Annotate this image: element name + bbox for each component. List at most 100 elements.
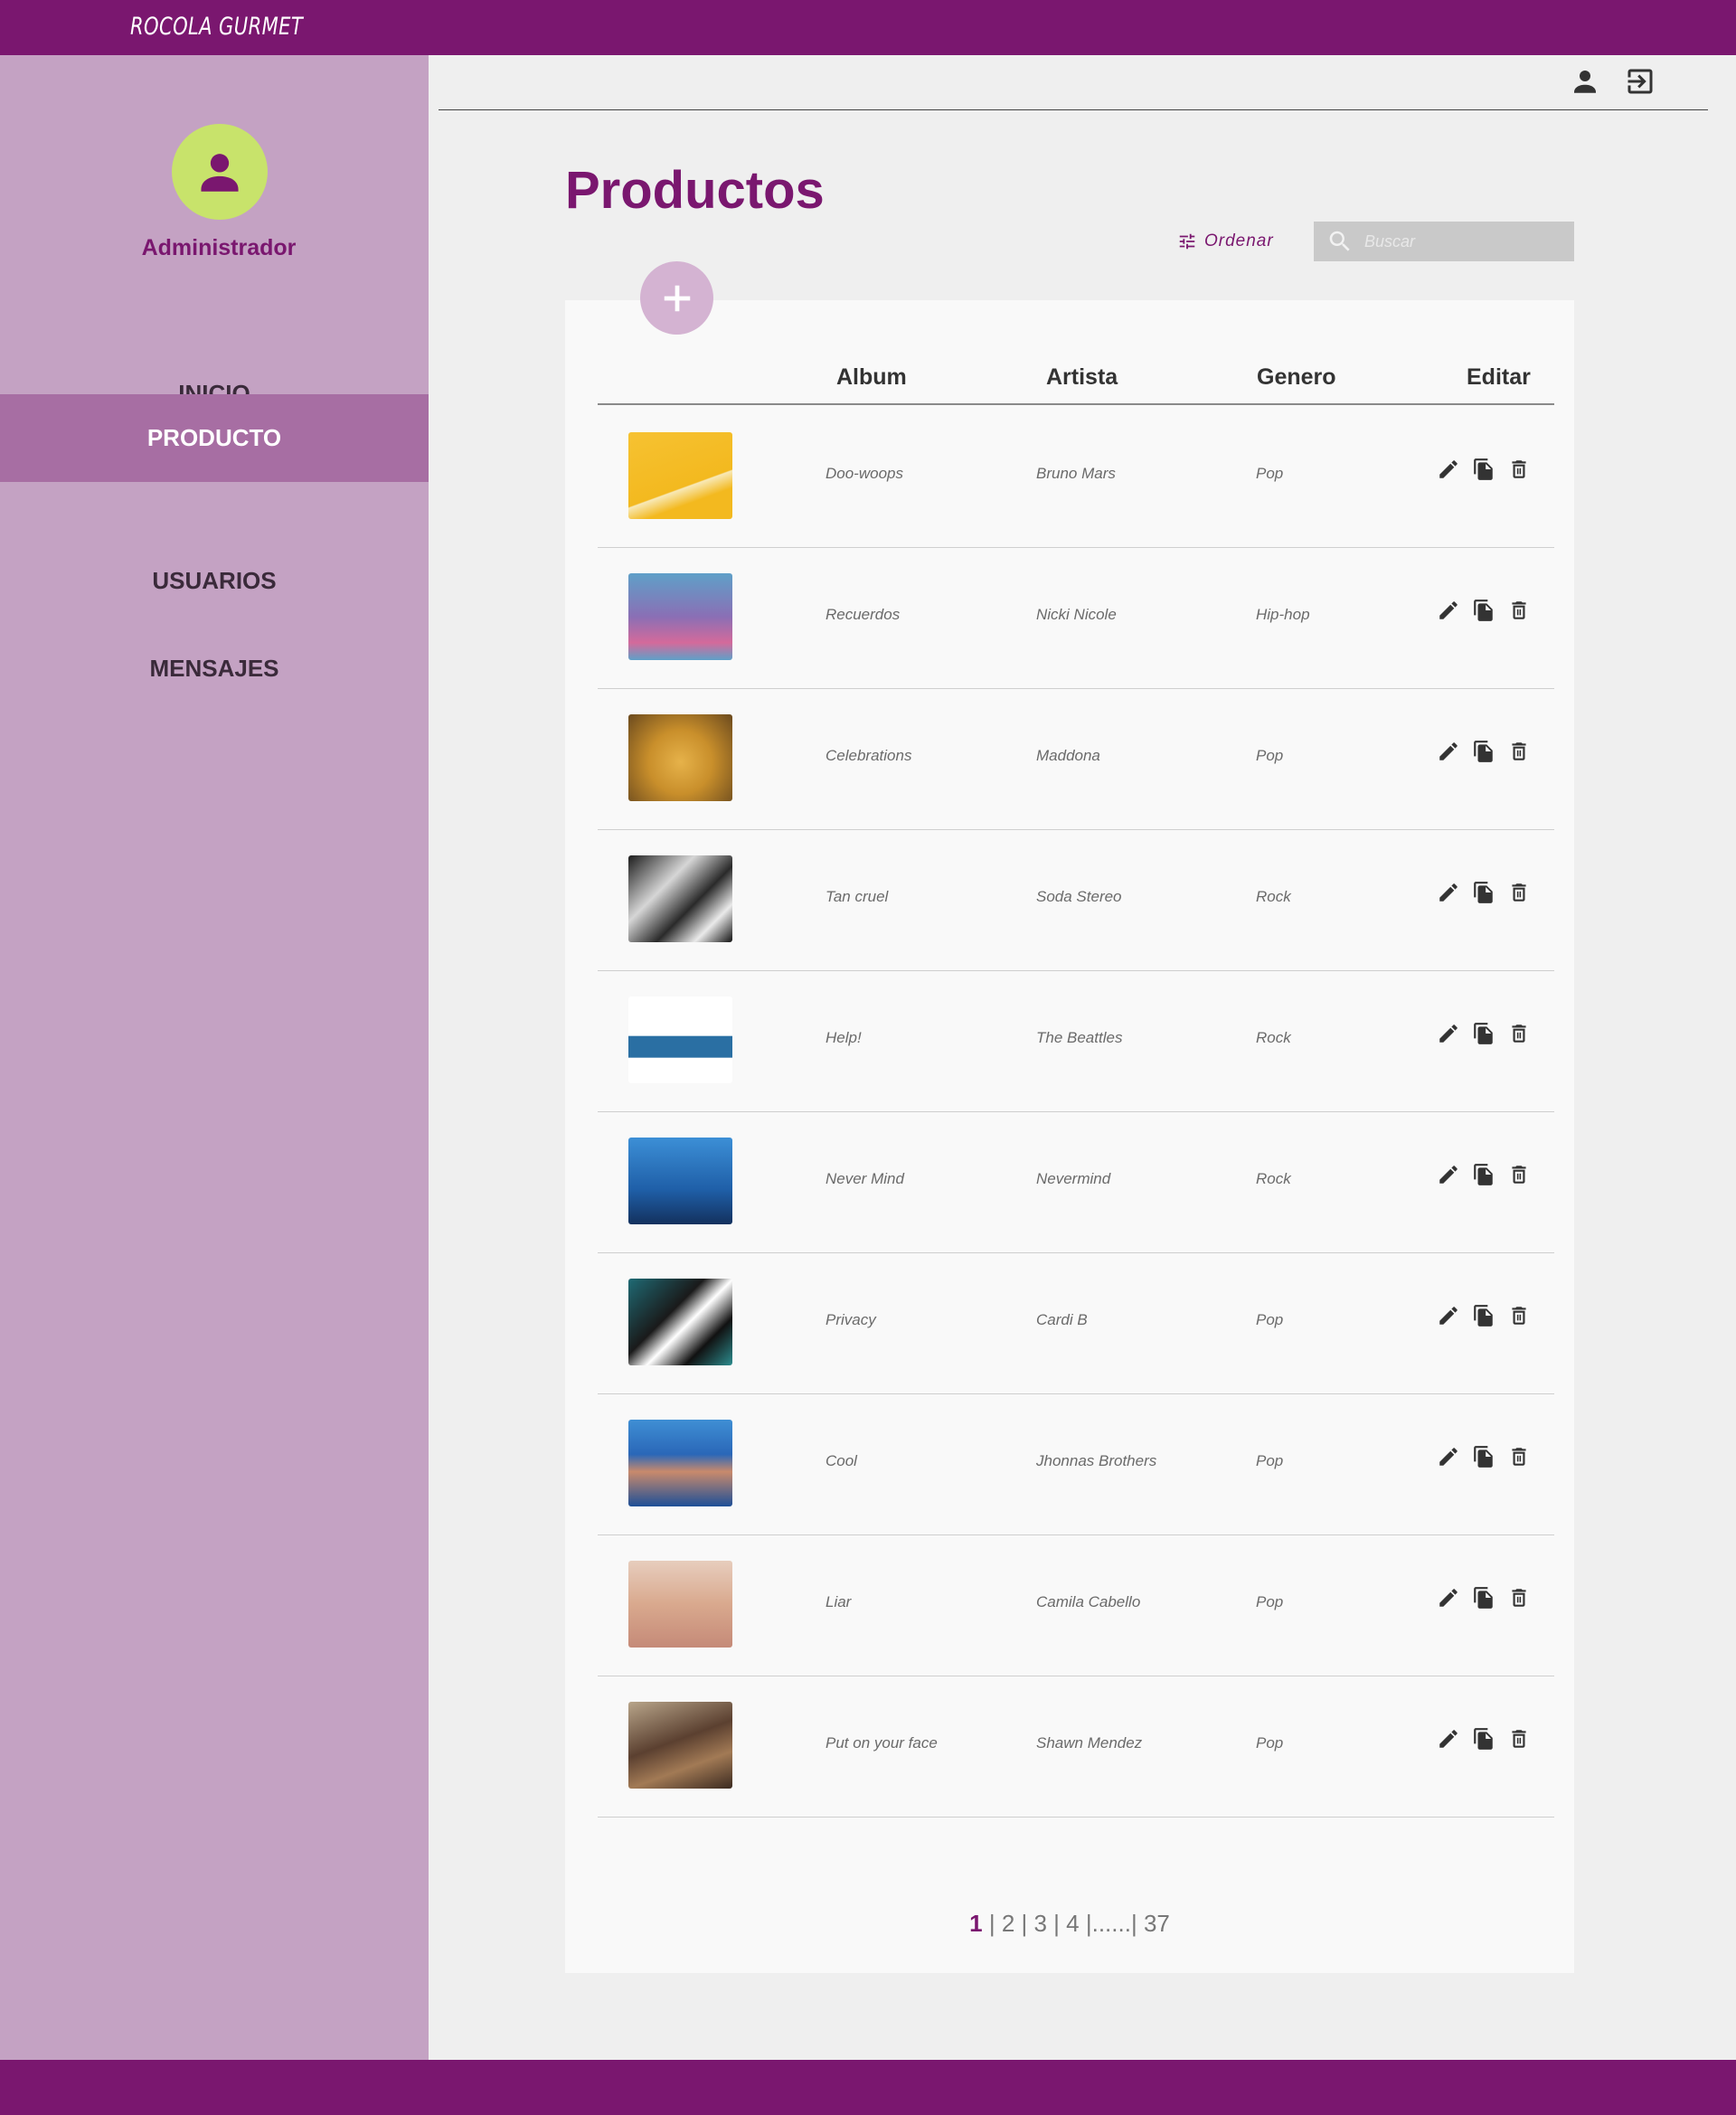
- edit-icon[interactable]: [1437, 1022, 1460, 1045]
- person-icon[interactable]: [1569, 65, 1601, 98]
- duplicate-icon[interactable]: [1472, 1304, 1495, 1327]
- genre-cell: Pop: [1256, 747, 1284, 764]
- row-actions: [1437, 1163, 1531, 1186]
- page-link[interactable]: 2: [1002, 1910, 1014, 1937]
- sidebar-item-producto[interactable]: PRODUCTO: [0, 394, 429, 482]
- duplicate-icon[interactable]: [1472, 740, 1495, 763]
- album-cell: Celebrations: [826, 747, 912, 764]
- genre-cell: Pop: [1256, 1593, 1284, 1610]
- table-row: Cool Jhonnas Brothers Pop: [598, 1394, 1554, 1535]
- search-input[interactable]: [1364, 231, 1563, 251]
- delete-icon[interactable]: [1507, 881, 1531, 904]
- delete-icon[interactable]: [1507, 1304, 1531, 1327]
- page-link-current[interactable]: 1: [969, 1910, 982, 1937]
- duplicate-icon[interactable]: [1472, 1445, 1495, 1468]
- artist-cell: Nicki Nicole: [1036, 606, 1117, 623]
- edit-icon[interactable]: [1437, 1304, 1460, 1327]
- artist-cell: Cardi B: [1036, 1311, 1088, 1328]
- user-role: Administrador: [141, 235, 297, 260]
- sidebar-item-usuarios[interactable]: USUARIOS: [0, 537, 429, 624]
- album-cell: Cool: [826, 1452, 857, 1469]
- search-box[interactable]: [1314, 222, 1574, 261]
- album-cover-image: [628, 1420, 732, 1506]
- row-actions: [1437, 740, 1531, 763]
- row-actions: [1437, 1445, 1531, 1468]
- brand-logo[interactable]: ROCOLA GURMET: [130, 13, 303, 41]
- sidebar: Administrador INICIO PRODUCTO USUARIOS M…: [0, 55, 429, 2060]
- table-row: Privacy Cardi B Pop: [598, 1253, 1554, 1394]
- album-cover-image: [628, 432, 732, 519]
- delete-icon[interactable]: [1507, 1586, 1531, 1610]
- album-cover-image: [628, 1279, 732, 1365]
- genre-cell: Pop: [1256, 465, 1284, 482]
- sort-button[interactable]: Ordenar: [1177, 228, 1274, 255]
- row-actions: [1437, 599, 1531, 622]
- page-link-last[interactable]: 37: [1144, 1910, 1170, 1937]
- edit-icon[interactable]: [1437, 599, 1460, 622]
- column-header-genero: Genero: [1257, 364, 1336, 390]
- edit-icon[interactable]: [1437, 1445, 1460, 1468]
- genre-cell: Hip-hop: [1256, 606, 1310, 623]
- delete-icon[interactable]: [1507, 458, 1531, 481]
- artist-cell: Soda Stereo: [1036, 888, 1122, 905]
- search-icon: [1329, 231, 1350, 251]
- page-link[interactable]: 4: [1066, 1910, 1079, 1937]
- table-row: Celebrations Maddona Pop: [598, 689, 1554, 830]
- album-cell: Tan cruel: [826, 888, 889, 905]
- album-cover-image: [628, 1702, 732, 1789]
- album-cell: Liar: [826, 1593, 852, 1610]
- footer-bar: [0, 2060, 1736, 2115]
- edit-icon[interactable]: [1437, 740, 1460, 763]
- pagination: 1 | 2 | 3 | 4 |......| 37: [969, 1910, 1170, 1937]
- album-cell: Help!: [826, 1029, 862, 1046]
- edit-icon[interactable]: [1437, 1586, 1460, 1610]
- logout-icon[interactable]: [1624, 65, 1656, 98]
- duplicate-icon[interactable]: [1472, 1163, 1495, 1186]
- edit-icon[interactable]: [1437, 881, 1460, 904]
- delete-icon[interactable]: [1507, 599, 1531, 622]
- delete-icon[interactable]: [1507, 1022, 1531, 1045]
- user-avatar-icon: [201, 154, 239, 192]
- table-row: Doo-woops Bruno Mars Pop: [598, 407, 1554, 548]
- header-divider: [439, 109, 1708, 110]
- duplicate-icon[interactable]: [1472, 1586, 1495, 1610]
- edit-icon[interactable]: [1437, 1727, 1460, 1751]
- duplicate-icon[interactable]: [1472, 458, 1495, 481]
- artist-cell: The Beattles: [1036, 1029, 1123, 1046]
- album-cell: Recuerdos: [826, 606, 901, 623]
- pagination-ellipsis: ......: [1091, 1910, 1131, 1937]
- duplicate-icon[interactable]: [1472, 1022, 1495, 1045]
- column-header-artista: Artista: [1046, 364, 1118, 390]
- artist-cell: Shawn Mendez: [1036, 1734, 1143, 1751]
- duplicate-icon[interactable]: [1472, 881, 1495, 904]
- album-cell: Doo-woops: [826, 465, 903, 482]
- album-cover-image: [628, 1561, 732, 1648]
- sidebar-item-mensajes[interactable]: MENSAJES: [0, 625, 429, 712]
- table-row: Put on your face Shawn Mendez Pop: [598, 1676, 1554, 1818]
- add-product-button[interactable]: [640, 261, 713, 335]
- album-cover-image: [628, 1138, 732, 1224]
- top-bar: ROCOLA GURMET: [0, 0, 1736, 55]
- edit-icon[interactable]: [1437, 1163, 1460, 1186]
- duplicate-icon[interactable]: [1472, 1727, 1495, 1751]
- edit-icon[interactable]: [1437, 458, 1460, 481]
- artist-cell: Camila Cabello: [1036, 1593, 1141, 1610]
- delete-icon[interactable]: [1507, 1163, 1531, 1186]
- header-rule: [598, 403, 1554, 405]
- row-actions: [1437, 458, 1531, 481]
- page-link[interactable]: 3: [1033, 1910, 1046, 1937]
- album-cell: Never Mind: [826, 1170, 904, 1187]
- artist-cell: Bruno Mars: [1036, 465, 1116, 482]
- genre-cell: Pop: [1256, 1311, 1284, 1328]
- row-actions: [1437, 881, 1531, 904]
- genre-cell: Rock: [1256, 1170, 1291, 1187]
- delete-icon[interactable]: [1507, 1727, 1531, 1751]
- row-actions: [1437, 1727, 1531, 1751]
- sort-label: Ordenar: [1204, 231, 1274, 250]
- album-cover-image: [628, 714, 732, 801]
- delete-icon[interactable]: [1507, 1445, 1531, 1468]
- delete-icon[interactable]: [1507, 740, 1531, 763]
- duplicate-icon[interactable]: [1472, 599, 1495, 622]
- artist-cell: Maddona: [1036, 747, 1100, 764]
- album-cover-image: [628, 855, 732, 942]
